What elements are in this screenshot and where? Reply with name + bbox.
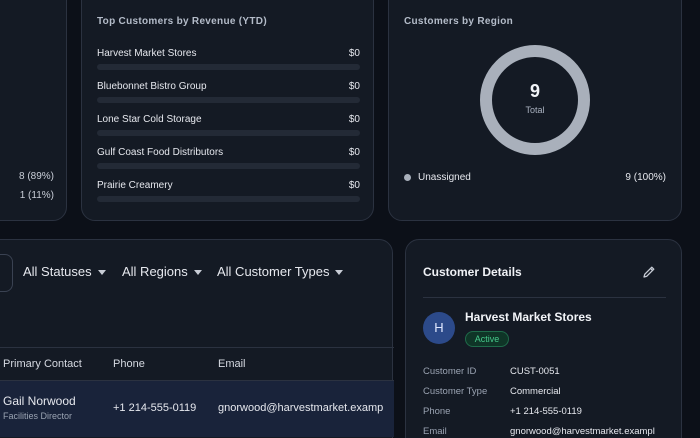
chevron-down-icon — [335, 270, 344, 276]
top-customer-item[interactable]: Prairie Creamery $0 — [97, 180, 360, 208]
field-value-customer-id: CUST-0051 — [510, 366, 560, 377]
top-customer-value: $0 — [348, 114, 360, 125]
search-input[interactable] — [0, 254, 13, 292]
field-label-phone: Phone — [423, 406, 451, 417]
status-count-inactive: 1 (11%) — [19, 190, 54, 201]
column-header-email[interactable]: Email — [218, 358, 246, 370]
top-customer-item[interactable]: Harvest Market Stores $0 — [97, 48, 360, 76]
region-filter-dropdown[interactable]: All Regions — [122, 264, 202, 279]
top-customer-value: $0 — [348, 81, 360, 92]
revenue-bar — [97, 196, 360, 202]
donut-total-value: 9 — [529, 81, 540, 101]
email-cell: gnorwood@harvestmarket.examp — [218, 402, 384, 414]
top-customer-value: $0 — [348, 147, 360, 158]
customers-by-region-card: Customers by Region 9 Total Unassigned 9… — [388, 0, 682, 221]
header-divider — [0, 347, 394, 348]
revenue-bar — [97, 64, 360, 70]
top-customer-item[interactable]: Bluebonnet Bistro Group $0 — [97, 81, 360, 109]
field-value-customer-type: Commercial — [510, 386, 561, 397]
status-summary-card: 8 (89%) 1 (11%) — [0, 0, 67, 221]
contact-title: Facilities Director — [3, 411, 73, 421]
edit-button[interactable] — [640, 263, 658, 281]
top-customer-name: Prairie Creamery — [97, 180, 173, 191]
top-customer-name: Harvest Market Stores — [97, 48, 197, 59]
top-customer-name: Bluebonnet Bistro Group — [97, 81, 207, 92]
details-title: Customer Details — [423, 265, 522, 279]
type-filter-label: All Customer Types — [217, 264, 330, 279]
status-count-active: 8 (89%) — [18, 171, 54, 182]
revenue-bar — [97, 163, 360, 169]
column-header-phone[interactable]: Phone — [113, 358, 145, 370]
legend-label: Unassigned — [418, 172, 471, 183]
top-customer-value: $0 — [348, 180, 360, 191]
details-divider — [423, 297, 666, 298]
top-customer-name: Lone Star Cold Storage — [97, 114, 202, 125]
avatar: H — [423, 312, 455, 344]
revenue-bar — [97, 130, 360, 136]
type-filter-dropdown[interactable]: All Customer Types — [217, 264, 344, 279]
region-donut-chart: 9 Total — [479, 44, 591, 156]
field-label-customer-id: Customer ID — [423, 366, 477, 377]
donut-total-label: Total — [525, 105, 545, 115]
legend-value: 9 (100%) — [625, 172, 666, 183]
phone-cell: +1 214-555-0119 — [113, 402, 197, 414]
status-filter-dropdown[interactable]: All Statuses — [23, 264, 106, 279]
chevron-down-icon — [193, 270, 202, 276]
revenue-bar — [97, 97, 360, 103]
contact-name: Gail Norwood — [3, 394, 76, 408]
top-customer-item[interactable]: Lone Star Cold Storage $0 — [97, 114, 360, 142]
customers-table-card: All Statuses All Regions All Customer Ty… — [0, 239, 394, 438]
top-customer-name: Gulf Coast Food Distributors — [97, 147, 224, 158]
top-customer-value: $0 — [348, 48, 360, 59]
customer-details-card: Customer Details H Harvest Market Stores… — [405, 239, 682, 438]
field-label-customer-type: Customer Type — [423, 386, 488, 397]
status-filter-label: All Statuses — [23, 264, 92, 279]
region-filter-label: All Regions — [122, 264, 188, 279]
top-customer-item[interactable]: Gulf Coast Food Distributors $0 — [97, 147, 360, 175]
top-customers-card: Top Customers by Revenue (YTD) Harvest M… — [81, 0, 374, 221]
status-badge: Active — [465, 331, 509, 347]
column-header-contact[interactable]: Primary Contact — [3, 358, 82, 370]
field-value-email: gnorwood@harvestmarket.exampl — [510, 426, 655, 437]
pencil-icon — [643, 266, 655, 278]
field-value-phone: +1 214-555-0119 — [510, 406, 582, 417]
customer-name: Harvest Market Stores — [465, 310, 592, 324]
region-title: Customers by Region — [404, 16, 514, 27]
field-label-email: Email — [423, 426, 447, 437]
top-customers-title: Top Customers by Revenue (YTD) — [97, 16, 267, 27]
chevron-down-icon — [97, 270, 106, 276]
table-row[interactable]: Gail Norwood Facilities Director +1 214-… — [0, 381, 394, 437]
legend-dot-icon — [404, 174, 411, 181]
